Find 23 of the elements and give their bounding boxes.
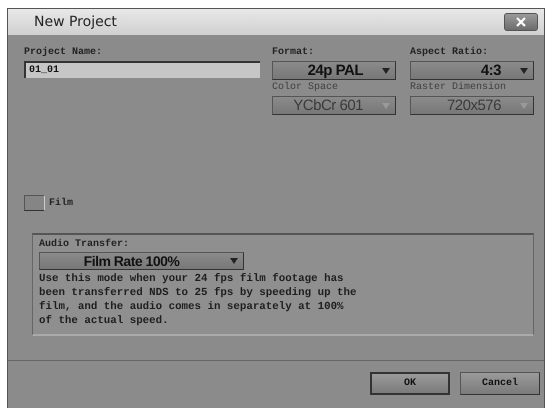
field-label: Project Name: xyxy=(24,47,104,58)
caret-icon xyxy=(519,102,529,108)
close-icon xyxy=(514,17,528,27)
group-label: Audio Transfer: xyxy=(39,239,130,250)
caret-icon xyxy=(229,258,239,264)
project-name-field[interactable]: 01_01 xyxy=(24,61,260,78)
close-button[interactable] xyxy=(504,13,538,31)
field-label: Raster Dimension xyxy=(410,82,508,93)
dialog-button[interactable]: Cancel xyxy=(460,372,540,394)
dialog-button[interactable]: OK xyxy=(370,372,450,394)
caret-icon xyxy=(519,68,529,74)
dropdown[interactable]: 4:3 xyxy=(410,61,534,80)
caret-icon xyxy=(381,68,391,74)
window-title: New Project xyxy=(34,14,117,30)
caret-icon xyxy=(381,102,391,108)
field-label: Format: xyxy=(272,47,316,58)
dropdown[interactable]: Film Rate 100% xyxy=(39,252,244,270)
description-text: Use this mode when your 24 fps film footage has been transferred NDS to 25 fps by speeding up the film, and the audio comes in separately at 100% of the actual speed. xyxy=(39,272,358,328)
film-checkbox[interactable] xyxy=(24,195,45,211)
dropdown[interactable]: 24p PAL xyxy=(272,61,396,80)
checkbox-label: Film xyxy=(49,198,74,208)
field-label: Color Space xyxy=(272,82,340,93)
field-label: Aspect Ratio: xyxy=(410,47,490,58)
